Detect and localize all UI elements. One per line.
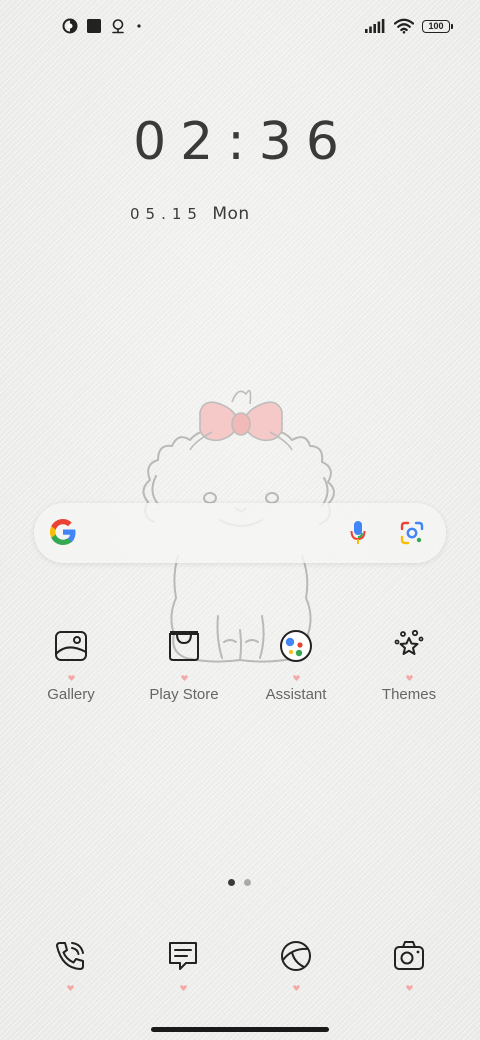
home-app-row: Gallery Play Store Assistant Themes — [0, 628, 480, 718]
app-themes[interactable]: Themes — [354, 628, 464, 703]
assistant-icon — [278, 628, 314, 664]
themes-icon — [391, 628, 427, 664]
heart-dot — [292, 978, 300, 991]
phone-icon — [52, 938, 88, 974]
location-pin-icon — [110, 18, 126, 34]
status-bar: 100 — [0, 14, 480, 42]
date-number: 05.15 — [130, 205, 203, 223]
signal-icon — [364, 18, 386, 34]
google-lens-icon[interactable] — [400, 521, 424, 550]
heart-dot — [67, 668, 75, 681]
dock-camera[interactable] — [379, 938, 439, 991]
weekday: Mon — [212, 204, 250, 224]
gesture-navigation-bar[interactable] — [151, 1027, 329, 1032]
heart-dot — [66, 978, 74, 991]
app-gallery[interactable]: Gallery — [16, 628, 126, 703]
clock-time[interactable]: 02:36 — [0, 112, 480, 172]
square-notification-icon — [86, 18, 102, 34]
app-label: Gallery — [47, 686, 95, 703]
battery-level: 100 — [428, 21, 444, 31]
battery-indicator: 100 — [422, 19, 453, 33]
google-g-icon[interactable] — [48, 516, 78, 553]
app-label: Themes — [381, 686, 437, 703]
heart-dot — [405, 668, 413, 681]
browser-icon — [278, 938, 314, 974]
google-search-bar[interactable] — [34, 503, 446, 563]
app-play-store[interactable]: Play Store — [129, 628, 239, 703]
page-indicator[interactable] — [228, 879, 251, 886]
dock-phone[interactable] — [40, 938, 100, 991]
dock — [0, 938, 480, 998]
dock-messages[interactable] — [153, 938, 213, 991]
camera-icon — [391, 938, 427, 974]
messages-icon — [165, 938, 201, 974]
mic-icon[interactable] — [350, 520, 366, 551]
play-store-icon — [166, 628, 202, 664]
status-left-icons — [62, 18, 144, 34]
heart-dot — [179, 978, 187, 991]
wifi-icon — [394, 18, 414, 34]
dot-icon — [134, 18, 144, 34]
page-dot-active[interactable] — [228, 879, 235, 886]
heart-dot — [180, 668, 188, 681]
clock-date[interactable]: 05.15 Mon — [130, 204, 250, 224]
page-dot[interactable] — [244, 879, 251, 886]
data-saver-icon — [62, 18, 78, 34]
heart-dot — [292, 668, 300, 681]
status-right-icons: 100 — [364, 18, 453, 34]
app-assistant[interactable]: Assistant — [241, 628, 351, 703]
app-label: Assistant — [265, 686, 327, 703]
dock-browser[interactable] — [266, 938, 326, 991]
gallery-icon — [53, 628, 89, 664]
heart-dot — [405, 978, 413, 991]
app-label: Play Store — [149, 686, 219, 703]
